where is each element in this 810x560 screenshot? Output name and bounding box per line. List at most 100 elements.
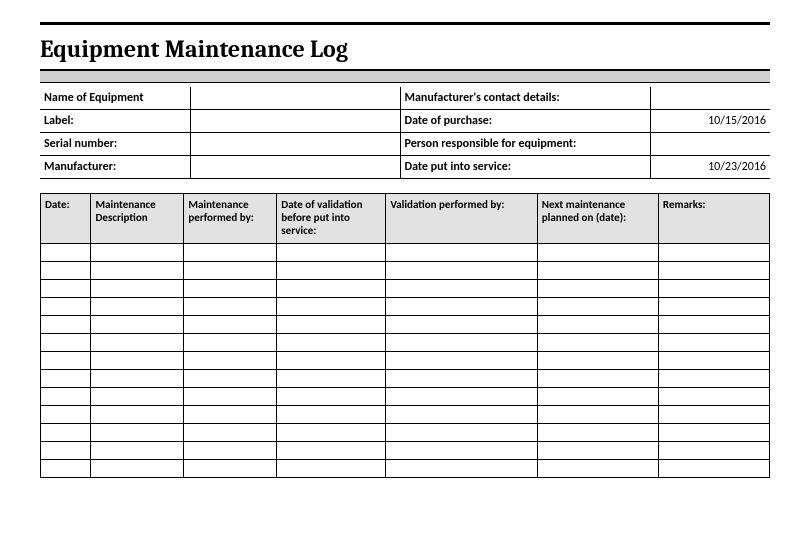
cell-valid: [277, 388, 386, 406]
table-row: [41, 316, 770, 334]
cell-perf: [184, 370, 277, 388]
cell-date: [41, 244, 91, 262]
cell-desc: [91, 406, 184, 424]
cell-desc: [91, 370, 184, 388]
info-table: Name of Equipment Manufacturer's contact…: [40, 87, 770, 179]
cell-remarks: [658, 316, 769, 334]
cell-date: [41, 352, 91, 370]
cell-validby: [386, 316, 537, 334]
table-row: [41, 244, 770, 262]
mfr-contact-label: Manufacturer's contact details:: [400, 87, 650, 110]
cell-valid: [277, 424, 386, 442]
label-label: Label:: [40, 110, 190, 133]
cell-date: [41, 280, 91, 298]
table-row: [41, 388, 770, 406]
table-row: [41, 334, 770, 352]
cell-desc: [91, 244, 184, 262]
cell-valid: [277, 442, 386, 460]
cell-valid: [277, 244, 386, 262]
person-label: Person responsible for equipment:: [400, 133, 650, 156]
cell-valid: [277, 298, 386, 316]
cell-valid: [277, 280, 386, 298]
info-row: Manufacturer: Date put into service: 10/…: [40, 156, 770, 179]
cell-next: [537, 280, 658, 298]
service-label: Date put into service:: [400, 156, 650, 179]
table-row: [41, 406, 770, 424]
cell-perf: [184, 424, 277, 442]
cell-perf: [184, 262, 277, 280]
cell-next: [537, 424, 658, 442]
person-value: [650, 133, 770, 156]
cell-next: [537, 352, 658, 370]
cell-validby: [386, 298, 537, 316]
cell-date: [41, 424, 91, 442]
cell-validby: [386, 424, 537, 442]
mfr-contact-value: [650, 87, 770, 110]
purchase-value: 10/15/2016: [650, 110, 770, 133]
info-row: Serial number: Person responsible for eq…: [40, 133, 770, 156]
cell-desc: [91, 316, 184, 334]
log-header-row: Date: Maintenance Description Maintenanc…: [41, 194, 770, 244]
cell-remarks: [658, 334, 769, 352]
cell-date: [41, 262, 91, 280]
cell-desc: [91, 460, 184, 478]
cell-desc: [91, 262, 184, 280]
cell-valid: [277, 316, 386, 334]
table-row: [41, 442, 770, 460]
cell-perf: [184, 406, 277, 424]
cell-next: [537, 262, 658, 280]
cell-remarks: [658, 406, 769, 424]
cell-remarks: [658, 370, 769, 388]
cell-remarks: [658, 298, 769, 316]
mfr-value: [190, 156, 400, 179]
table-row: [41, 298, 770, 316]
table-row: [41, 424, 770, 442]
cell-date: [41, 370, 91, 388]
page-title: Equipment Maintenance Log: [40, 35, 770, 63]
cell-valid: [277, 406, 386, 424]
cell-date: [41, 334, 91, 352]
cell-perf: [184, 442, 277, 460]
cell-perf: [184, 460, 277, 478]
col-remarks: Remarks:: [658, 194, 769, 244]
cell-remarks: [658, 244, 769, 262]
cell-perf: [184, 334, 277, 352]
purchase-label: Date of purchase:: [400, 110, 650, 133]
cell-desc: [91, 442, 184, 460]
cell-next: [537, 442, 658, 460]
cell-next: [537, 334, 658, 352]
col-validby: Validation performed by:: [386, 194, 537, 244]
mfr-label: Manufacturer:: [40, 156, 190, 179]
cell-perf: [184, 352, 277, 370]
cell-valid: [277, 370, 386, 388]
serial-label: Serial number:: [40, 133, 190, 156]
cell-next: [537, 406, 658, 424]
cell-desc: [91, 280, 184, 298]
title-underline: [40, 69, 770, 83]
cell-validby: [386, 370, 537, 388]
cell-desc: [91, 388, 184, 406]
cell-perf: [184, 280, 277, 298]
cell-date: [41, 442, 91, 460]
cell-remarks: [658, 424, 769, 442]
cell-date: [41, 298, 91, 316]
cell-next: [537, 298, 658, 316]
table-row: [41, 370, 770, 388]
col-perf: Maintenance performed by:: [184, 194, 277, 244]
table-row: [41, 460, 770, 478]
cell-remarks: [658, 280, 769, 298]
cell-validby: [386, 388, 537, 406]
cell-valid: [277, 262, 386, 280]
cell-validby: [386, 460, 537, 478]
cell-valid: [277, 334, 386, 352]
cell-desc: [91, 334, 184, 352]
cell-next: [537, 370, 658, 388]
table-row: [41, 280, 770, 298]
info-row: Name of Equipment Manufacturer's contact…: [40, 87, 770, 110]
name-label: Name of Equipment: [40, 87, 190, 110]
cell-date: [41, 460, 91, 478]
cell-validby: [386, 280, 537, 298]
name-value: [190, 87, 400, 110]
cell-desc: [91, 424, 184, 442]
cell-date: [41, 388, 91, 406]
